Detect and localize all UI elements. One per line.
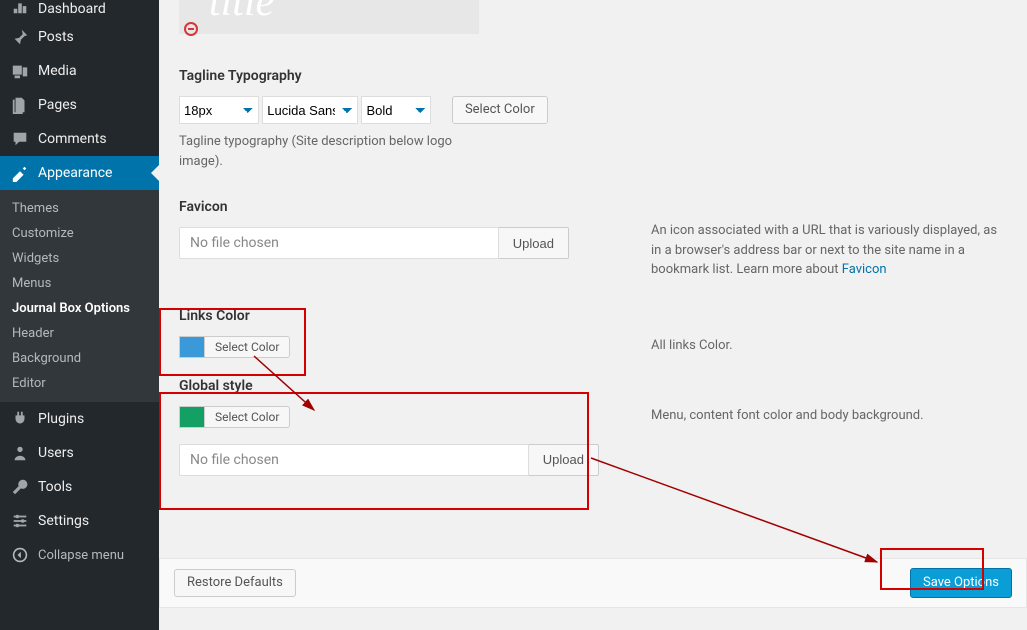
collapse-icon (10, 545, 30, 565)
pin-icon (10, 27, 30, 47)
sidebar-item-dashboard[interactable]: Dashboard (0, 0, 159, 20)
sidebar-item-comments[interactable]: Comments (0, 122, 159, 156)
media-icon (10, 61, 30, 81)
sidebar-item-settings[interactable]: Settings (0, 504, 159, 538)
tagline-size-select[interactable]: 18px (179, 96, 259, 124)
sidebar-label: Tools (38, 479, 72, 495)
favicon-upload-button[interactable]: Upload (499, 227, 569, 259)
admin-sidebar: Dashboard Posts Media Pages Comments App… (0, 0, 159, 630)
comments-icon (10, 129, 30, 149)
links-select-color-button[interactable]: Select Color (204, 336, 290, 358)
save-options-button[interactable]: Save Options (910, 568, 1012, 598)
sidebar-item-plugins[interactable]: Plugins (0, 402, 159, 436)
global-upload-button[interactable]: Upload (529, 444, 599, 476)
dashboard-icon (10, 0, 30, 17)
favicon-link[interactable]: Favicon (842, 262, 887, 277)
sidebar-item-tools[interactable]: Tools (0, 470, 159, 504)
sidebar-label: Users (38, 445, 74, 461)
appearance-submenu: Themes Customize Widgets Menus Journal B… (0, 190, 159, 402)
sidebar-label: Plugins (38, 411, 84, 427)
submenu-editor[interactable]: Editor (0, 371, 159, 396)
tools-icon (10, 477, 30, 497)
sidebar-label: Appearance (38, 165, 112, 181)
favicon-heading: Favicon (179, 199, 611, 215)
sidebar-label: Pages (38, 97, 77, 113)
sidebar-label: Dashboard (38, 1, 106, 17)
favicon-help: An icon associated with a URL that is va… (611, 199, 1007, 280)
links-help: All links Color. (611, 308, 1007, 358)
global-color-swatch[interactable] (179, 406, 205, 428)
collapse-menu[interactable]: Collapse menu (0, 538, 159, 572)
pages-icon (10, 95, 30, 115)
tagline-weight-select[interactable]: Bold (361, 96, 431, 124)
logo-preview: title (179, 0, 479, 34)
global-help: Menu, content font color and body backgr… (611, 378, 1007, 476)
submenu-header[interactable]: Header (0, 321, 159, 346)
sidebar-label: Comments (38, 131, 107, 147)
submenu-widgets[interactable]: Widgets (0, 246, 159, 271)
sidebar-label: Settings (38, 513, 89, 529)
sidebar-item-posts[interactable]: Posts (0, 20, 159, 54)
sidebar-label: Media (38, 63, 77, 79)
global-style-heading: Global style (179, 378, 611, 394)
restore-defaults-button[interactable]: Restore Defaults (174, 569, 296, 597)
submenu-menus[interactable]: Menus (0, 271, 159, 296)
appearance-icon (10, 163, 30, 183)
global-select-color-button[interactable]: Select Color (204, 406, 290, 428)
sidebar-item-media[interactable]: Media (0, 54, 159, 88)
tagline-heading: Tagline Typography (179, 68, 611, 84)
sidebar-item-pages[interactable]: Pages (0, 88, 159, 122)
links-color-heading: Links Color (179, 308, 611, 324)
sidebar-item-appearance[interactable]: Appearance (0, 156, 159, 190)
submenu-themes[interactable]: Themes (0, 196, 159, 221)
settings-icon (10, 511, 30, 531)
favicon-file-input[interactable]: No file chosen (179, 227, 499, 259)
users-icon (10, 443, 30, 463)
tagline-desc: Tagline typography (Site description bel… (179, 132, 459, 171)
sidebar-item-users[interactable]: Users (0, 436, 159, 470)
global-file-input[interactable]: No file chosen (179, 444, 529, 476)
collapse-label: Collapse menu (38, 548, 124, 563)
submenu-customize[interactable]: Customize (0, 221, 159, 246)
sidebar-label: Posts (38, 29, 74, 45)
options-footer: Restore Defaults Save Options (159, 558, 1027, 608)
plugins-icon (10, 409, 30, 429)
main-content: title Tagline Typography 18px Lucida San… (159, 0, 1027, 630)
tagline-select-color-button[interactable]: Select Color (452, 96, 548, 124)
submenu-journal-box-options[interactable]: Journal Box Options (0, 296, 159, 321)
submenu-background[interactable]: Background (0, 346, 159, 371)
remove-logo-icon[interactable] (184, 22, 198, 36)
links-color-swatch[interactable] (179, 336, 205, 358)
tagline-font-select[interactable]: Lucida Sans (262, 96, 358, 124)
